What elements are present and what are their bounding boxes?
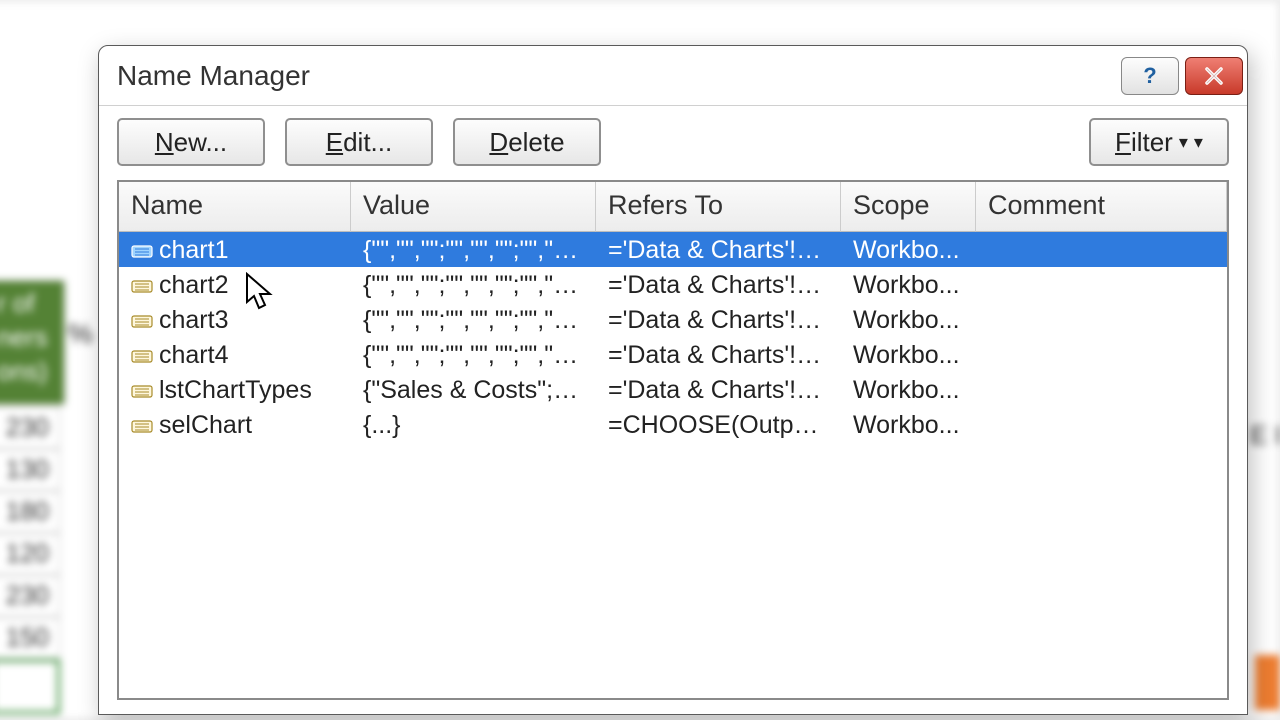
row-value: {"","","";"","","";"","",""...: [351, 269, 596, 300]
table-row[interactable]: chart4 {"","","";"","","";"","",""...='Da…: [119, 337, 1227, 372]
column-header-name[interactable]: Name: [119, 182, 351, 232]
row-comment: [976, 249, 1227, 251]
row-value: {"","","";"","","";"","",""...: [351, 234, 596, 265]
chevron-down-icon: ▾: [1179, 132, 1188, 153]
row-scope: Workbo...: [841, 409, 976, 440]
row-comment: [976, 389, 1227, 391]
defined-name-icon: [131, 278, 153, 294]
table-row[interactable]: chart2 {"","","";"","","";"","",""...='Da…: [119, 267, 1227, 302]
close-icon: [1203, 65, 1225, 87]
help-icon: ?: [1143, 63, 1156, 89]
defined-name-icon: [131, 418, 153, 434]
row-name: chart4: [159, 341, 228, 370]
edit-button[interactable]: Edit...: [285, 118, 433, 166]
row-comment: [976, 284, 1227, 286]
column-header-value[interactable]: Value: [351, 182, 596, 232]
table-row[interactable]: chart3 {"","","";"","","";"","",""...='Da…: [119, 302, 1227, 337]
row-name: chart3: [159, 306, 228, 335]
column-header-comment[interactable]: Comment: [976, 182, 1227, 232]
bg-cell: 230: [0, 407, 60, 449]
row-name: lstChartTypes: [159, 376, 312, 405]
row-comment: [976, 424, 1227, 426]
bg-cell: 180: [0, 491, 60, 533]
row-refersto: ='Data & Charts'!$...: [596, 269, 841, 300]
row-scope: Workbo...: [841, 374, 976, 405]
column-header-scope[interactable]: Scope: [841, 182, 976, 232]
table-row[interactable]: selChart {...}=CHOOSE(Output!...Workbo...: [119, 407, 1227, 442]
row-scope: Workbo...: [841, 269, 976, 300]
close-button[interactable]: [1185, 57, 1243, 95]
row-name: chart1: [159, 236, 228, 265]
row-refersto: ='Data & Charts'!$...: [596, 234, 841, 265]
bg-cell: 120: [0, 533, 60, 575]
table-row[interactable]: lstChartTypes {"Sales & Costs";"Pr...='Da…: [119, 372, 1227, 407]
bg-cell: 150: [0, 617, 60, 659]
defined-name-icon: [131, 383, 153, 399]
row-refersto: =CHOOSE(Output!...: [596, 409, 841, 440]
bg-header-green: r of ners ons): [0, 280, 65, 405]
table-row[interactable]: chart1 {"","","";"","","";"","",""...='Da…: [119, 232, 1227, 267]
row-value: {"","","";"","","";"","",""...: [351, 339, 596, 370]
column-headers[interactable]: Name Value Refers To Scope Comment: [119, 182, 1227, 232]
names-listbox[interactable]: Name Value Refers To Scope Comment chart…: [117, 180, 1229, 700]
bg-orange-shape: [1255, 655, 1280, 710]
column-header-refersto[interactable]: Refers To: [596, 182, 841, 232]
row-name: selChart: [159, 411, 252, 440]
row-scope: Workbo...: [841, 339, 976, 370]
defined-name-icon: [131, 313, 153, 329]
row-scope: Workbo...: [841, 234, 976, 265]
chevron-down-icon: ▾: [1194, 132, 1203, 153]
row-name: chart2: [159, 271, 228, 300]
row-comment: [976, 319, 1227, 321]
bg-right-fragment: E I: [1250, 420, 1280, 460]
help-button[interactable]: ?: [1121, 57, 1179, 95]
row-refersto: ='Data & Charts'!$...: [596, 339, 841, 370]
row-value: {"Sales & Costs";"Pr...: [351, 374, 596, 405]
dialog-toolbar: New... Edit... Delete Filter▾▾: [99, 106, 1247, 178]
bg-cell: 230: [0, 575, 60, 617]
name-manager-dialog: Name Manager ? New... Edit... Delete Fil…: [98, 45, 1248, 715]
dialog-title: Name Manager: [117, 60, 1115, 92]
row-comment: [976, 354, 1227, 356]
row-refersto: ='Data & Charts'!$...: [596, 374, 841, 405]
row-value: {...}: [351, 409, 596, 440]
row-scope: Workbo...: [841, 304, 976, 335]
bg-cell: 130: [0, 449, 60, 491]
dialog-titlebar: Name Manager ?: [99, 46, 1247, 106]
defined-name-icon: [131, 243, 153, 259]
filter-button[interactable]: Filter▾▾: [1089, 118, 1229, 166]
row-refersto: ='Data & Charts'!$...: [596, 304, 841, 335]
delete-button[interactable]: Delete: [453, 118, 601, 166]
defined-name-icon: [131, 348, 153, 364]
new-button[interactable]: New...: [117, 118, 265, 166]
row-value: {"","","";"","","";"","",""...: [351, 304, 596, 335]
